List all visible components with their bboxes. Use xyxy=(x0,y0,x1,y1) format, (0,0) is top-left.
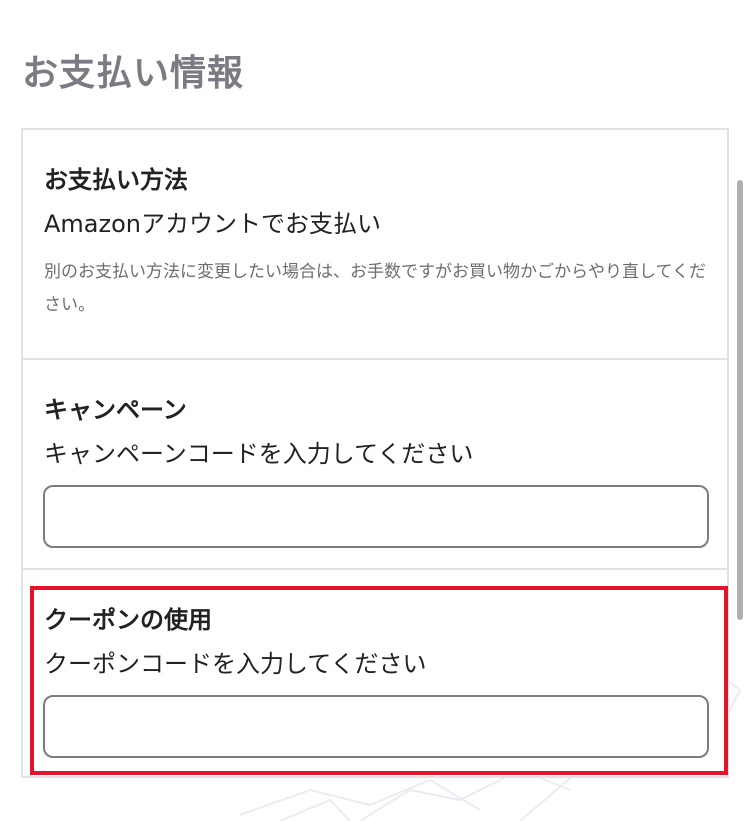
payment-info-page: お支払い情報 お支払い方法 Amazonアカウントでお支払い 別のお支払い方法に… xyxy=(0,0,750,821)
coupon-prompt: クーポンコードを入力してください xyxy=(44,650,427,678)
campaign-prompt: キャンペーンコードを入力してください xyxy=(44,440,474,468)
coupon-title: クーポンの使用 xyxy=(44,606,212,634)
vertical-scrollbar[interactable] xyxy=(737,180,743,620)
coupon-section: クーポンの使用 クーポンコードを入力してください xyxy=(23,570,727,776)
coupon-code-input[interactable] xyxy=(43,695,709,758)
campaign-section: キャンペーン キャンペーンコードを入力してください xyxy=(23,360,727,568)
page-title: お支払い情報 xyxy=(22,53,245,94)
payment-info-card: お支払い方法 Amazonアカウントでお支払い 別のお支払い方法に変更したい場合… xyxy=(21,128,729,778)
campaign-code-input[interactable] xyxy=(43,485,709,548)
campaign-title: キャンペーン xyxy=(44,396,187,424)
payment-method-value: Amazonアカウントでお支払い xyxy=(44,210,381,238)
payment-method-title: お支払い方法 xyxy=(44,166,188,194)
payment-method-section: お支払い方法 Amazonアカウントでお支払い 別のお支払い方法に変更したい場合… xyxy=(23,130,727,358)
payment-method-note: 別のお支払い方法に変更したい場合は、お手数ですがお買い物かごからやり直してくださ… xyxy=(44,262,706,315)
